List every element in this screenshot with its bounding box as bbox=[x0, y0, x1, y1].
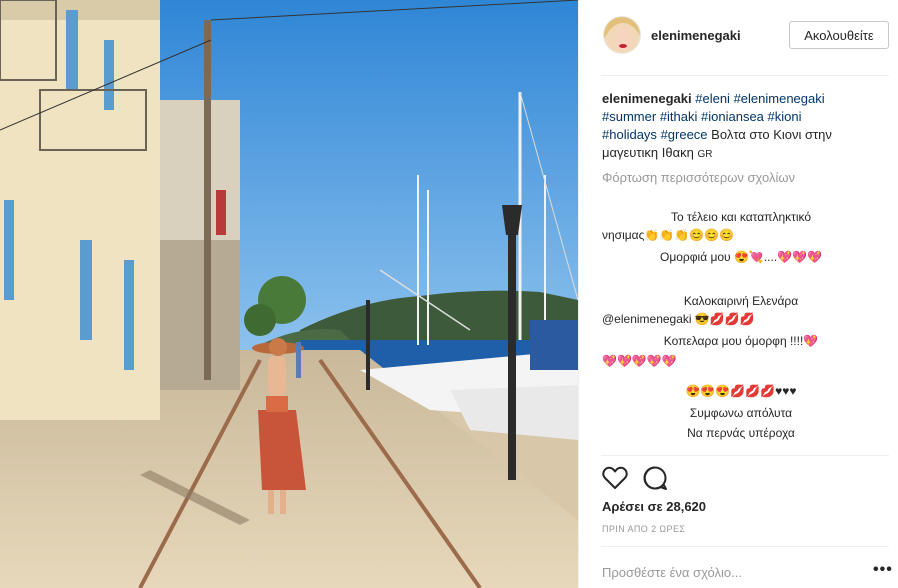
comment-input-divider bbox=[601, 546, 889, 547]
comment-bubble-icon[interactable] bbox=[641, 464, 669, 492]
post-header: elenimenegaki Ακολουθείτε bbox=[601, 14, 891, 58]
actions-divider bbox=[601, 455, 889, 456]
load-more-comments-link[interactable]: Φόρτωση περισσότερων σχολίων bbox=[602, 170, 795, 185]
comment-item: Να περνάς υπέροχα bbox=[687, 426, 795, 440]
photo-street-scene bbox=[0, 0, 578, 588]
header-divider bbox=[601, 75, 889, 76]
follow-button[interactable]: Ακολουθείτε bbox=[789, 21, 889, 49]
flag-label: GR bbox=[697, 149, 713, 160]
hashtag[interactable]: #holidays bbox=[602, 127, 657, 142]
comment-item: Το τέλειο και καταπληκτικό bbox=[670, 210, 812, 224]
more-options-button[interactable]: ••• bbox=[873, 562, 893, 578]
comment-item: 😍😍😍💋💋💋♥♥♥ bbox=[685, 384, 797, 398]
add-comment-input[interactable] bbox=[602, 562, 852, 582]
hashtag[interactable]: #eleni bbox=[695, 91, 730, 106]
comment-item: Καλοκαιρινή Ελενάρα bbox=[683, 294, 799, 308]
hashtag[interactable]: #summer bbox=[602, 109, 656, 124]
comment-item: Συμφωνω απόλυτα bbox=[689, 406, 793, 420]
hashtag[interactable]: #elenimenegaki bbox=[734, 91, 825, 106]
hashtag[interactable]: #greece bbox=[661, 127, 708, 142]
hashtag[interactable]: #ithaki bbox=[660, 109, 698, 124]
comment-item bbox=[602, 266, 880, 292]
comment-item: νησιμας👏👏👏😊😊😊 bbox=[602, 228, 735, 242]
post-photo[interactable] bbox=[0, 0, 578, 588]
hashtag[interactable]: #ioniansea bbox=[701, 109, 764, 124]
avatar-icon[interactable] bbox=[603, 16, 641, 54]
comment-item bbox=[602, 190, 880, 208]
comment-item: Κοπελαρα μου όμορφη !!!!💖 bbox=[663, 334, 819, 348]
post-timestamp: ΠΡΙΝ ΑΠΟ 2 ΩΡΕΣ bbox=[602, 524, 686, 534]
likes-count[interactable]: Αρέσει σε 28,620 bbox=[602, 499, 706, 514]
post-caption: elenimenegaki #eleni #elenimenegaki #sum… bbox=[602, 90, 877, 164]
hashtag[interactable]: #kioni bbox=[768, 109, 802, 124]
comment-item: Ομορφιά μου 😍💘....💖💖💖 bbox=[660, 250, 822, 264]
post-author-username[interactable]: elenimenegaki bbox=[651, 28, 741, 43]
comments-list: Το τέλειο και καταπληκτικό νησιμας👏👏👏😊😊😊… bbox=[602, 190, 880, 458]
heart-icon[interactable] bbox=[601, 464, 629, 492]
comment-item: @elenimenegaki 😎💋💋💋 bbox=[602, 312, 755, 326]
post-side-panel: elenimenegaki Ακολουθείτε elenimenegaki … bbox=[578, 0, 898, 588]
caption-author[interactable]: elenimenegaki bbox=[602, 91, 692, 106]
comment-item: 💖💖💖💖💖 bbox=[602, 354, 677, 368]
